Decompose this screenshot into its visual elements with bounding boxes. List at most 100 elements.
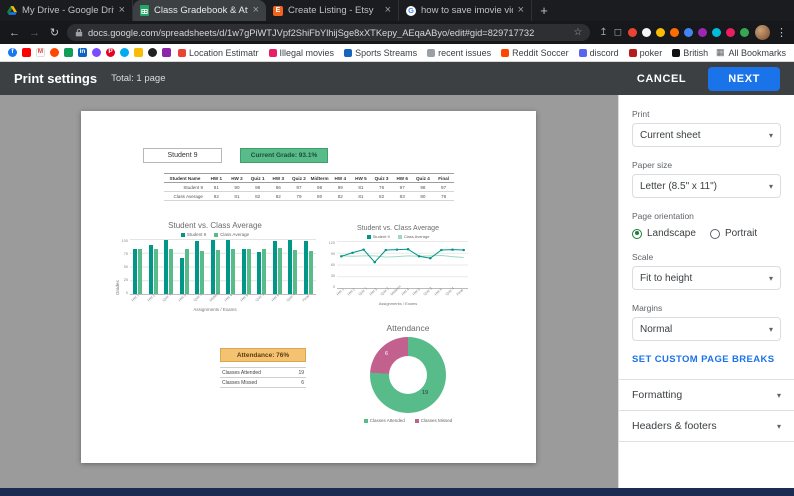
extension-icon[interactable]	[628, 28, 637, 37]
forward-button[interactable]: →	[27, 27, 42, 39]
bookmark-favicon[interactable]: P	[106, 48, 115, 57]
extension-icon[interactable]	[740, 28, 749, 37]
bar-group	[133, 239, 143, 294]
bookmark-favicon[interactable]	[120, 48, 129, 57]
bookmark-item[interactable]: Location Estimatr	[178, 48, 259, 58]
extension-icon[interactable]	[684, 28, 693, 37]
bar	[153, 249, 158, 294]
headers-footers-section[interactable]: Headers & footers ▾	[632, 411, 781, 441]
bookmarks-grid-icon: ▦	[715, 47, 725, 57]
chevron-down-icon: ▾	[768, 273, 773, 283]
bar-group	[241, 239, 251, 294]
extensions-puzzle-icon[interactable]: ◻	[614, 27, 622, 38]
desktop-background	[0, 488, 794, 496]
browser-tab[interactable]: E Create Listing - Etsy ×	[266, 0, 399, 21]
extension-icon[interactable]	[656, 28, 665, 37]
bookmark-favicon[interactable]	[50, 48, 59, 57]
line-chart-xticks: HW 1 HW 2 Quiz 1 HW 3 Quiz 2 Midterm HW 4 HW 5Q…	[336, 284, 468, 299]
grades-col-header: HW 1	[206, 173, 227, 183]
student-name-box: Student 9	[143, 148, 222, 163]
extension-icon[interactable]	[712, 28, 721, 37]
bar	[231, 248, 236, 294]
bookmark-item[interactable]: Reddit Soccer	[501, 48, 569, 58]
bookmark-label: Illegal movies	[279, 47, 335, 58]
browser-tab[interactable]: Class Gradebook & Attendance ×	[133, 0, 266, 21]
bookmark-item[interactable]: recent issues	[427, 48, 491, 58]
grade-cell: 81	[350, 191, 372, 201]
tab-close-icon[interactable]: ×	[518, 5, 524, 16]
donut-hole	[389, 356, 427, 394]
drive-favicon-icon	[7, 6, 17, 15]
set-custom-page-breaks-link[interactable]: SET CUSTOM PAGE BREAKS	[632, 354, 781, 365]
paper-size-select[interactable]: Letter (8.5" x 11") ▾	[632, 174, 781, 198]
browser-tab[interactable]: My Drive - Google Drive ×	[0, 0, 133, 21]
bar	[195, 240, 200, 294]
margins-select[interactable]: Normal ▾	[632, 317, 781, 341]
bookmark-item[interactable]: discord	[578, 48, 619, 58]
all-bookmarks[interactable]: ▦ All Bookmarks	[716, 47, 786, 58]
bookmark-item[interactable]: Sports Streams	[344, 48, 417, 58]
bar-chart-legend: Student 9 Class Average	[114, 232, 316, 237]
print-select[interactable]: Current sheet ▾	[632, 123, 781, 147]
line-point	[384, 248, 388, 252]
y-tick-label: 50	[123, 265, 128, 269]
tab-title: how to save imovie video - Go...	[421, 5, 513, 16]
extension-icon[interactable]	[642, 28, 651, 37]
grade-cell: 82	[206, 191, 227, 201]
bookmark-favicon[interactable]: M	[36, 48, 45, 57]
x-tick-label: Quiz 4	[286, 292, 297, 303]
bookmark-item[interactable]: British Pathé	[672, 48, 709, 58]
bookmark-favicon[interactable]	[134, 48, 143, 57]
bookmark-item[interactable]: poker	[628, 48, 662, 58]
bookmark-favicon[interactable]: f	[8, 48, 17, 57]
paper-size-value: Letter (8.5" x 11")	[640, 180, 717, 192]
tab-close-icon[interactable]: ×	[385, 5, 391, 16]
grade-cell: 82	[329, 191, 351, 201]
bookmark-favicon[interactable]	[162, 48, 171, 57]
bookmark-favicon[interactable]	[92, 48, 101, 57]
back-button[interactable]: ←	[7, 27, 22, 39]
profile-avatar[interactable]	[755, 25, 770, 40]
bar	[148, 244, 153, 294]
landscape-radio[interactable]: Landscape	[632, 228, 696, 239]
tabs: My Drive - Google Drive × Class Gradebook …	[0, 0, 532, 21]
bookmark-favicon[interactable]: in	[78, 48, 87, 57]
bar-chart-ylabel: Grades	[115, 280, 120, 295]
address-bar[interactable]: docs.google.com/spreadsheets/d/1w7gPiWTJ…	[67, 24, 591, 41]
bookmark-favicon[interactable]	[22, 48, 31, 57]
bar	[241, 249, 246, 294]
legend-label: Classes Missed	[420, 418, 453, 423]
extension-icon[interactable]	[726, 28, 735, 37]
grades-row: Student 9 81 90 98 66 97 98 99 81 76 97 98 97	[164, 182, 454, 192]
portrait-radio[interactable]: Portrait	[709, 228, 757, 239]
new-tab-button[interactable]: +	[532, 0, 556, 21]
browser-menu-icon[interactable]: ⋮	[776, 26, 787, 39]
bookmark-favicon[interactable]	[64, 48, 73, 57]
share-icon[interactable]: ↥	[599, 27, 607, 38]
bookmark-favicon	[268, 48, 277, 57]
browser-tab[interactable]: Ghow to save imovie video - Go... ×	[399, 0, 532, 21]
bookmark-star-icon[interactable]: ☆	[573, 27, 582, 38]
reload-button[interactable]: ↻	[47, 26, 62, 39]
formatting-section[interactable]: Formatting ▾	[632, 380, 781, 410]
x-tick-label: Quiz 1	[162, 292, 173, 303]
next-button[interactable]: NEXT	[708, 66, 780, 91]
cancel-button[interactable]: CANCEL	[637, 73, 686, 85]
bar	[246, 249, 251, 294]
line-point	[395, 248, 399, 251]
legend-label: Class Average	[403, 234, 430, 239]
bookmark-favicon	[178, 48, 186, 57]
scale-select[interactable]: Fit to height ▾	[632, 266, 781, 290]
donut-chart-legend: Classes Attended Classes Missed	[333, 418, 483, 423]
bar-chart-xticks: HW 1 HW 2 Quiz 1 HW 3 Quiz 2 Midterm HW 4 HW 5 Q…	[130, 290, 316, 305]
tab-close-icon[interactable]: ×	[119, 5, 125, 16]
tab-close-icon[interactable]: ×	[253, 5, 259, 16]
donut-value-attended: 19	[422, 390, 429, 396]
grades-col-header: Midterm	[309, 173, 330, 183]
bookmark-item[interactable]: Illegal movies	[268, 47, 335, 58]
extension-icon[interactable]	[670, 28, 679, 37]
chevron-down-icon: ▾	[768, 324, 773, 334]
extension-icon[interactable]	[698, 28, 707, 37]
grades-col-header: HW 2	[226, 173, 248, 183]
bookmark-favicon[interactable]	[148, 48, 157, 57]
